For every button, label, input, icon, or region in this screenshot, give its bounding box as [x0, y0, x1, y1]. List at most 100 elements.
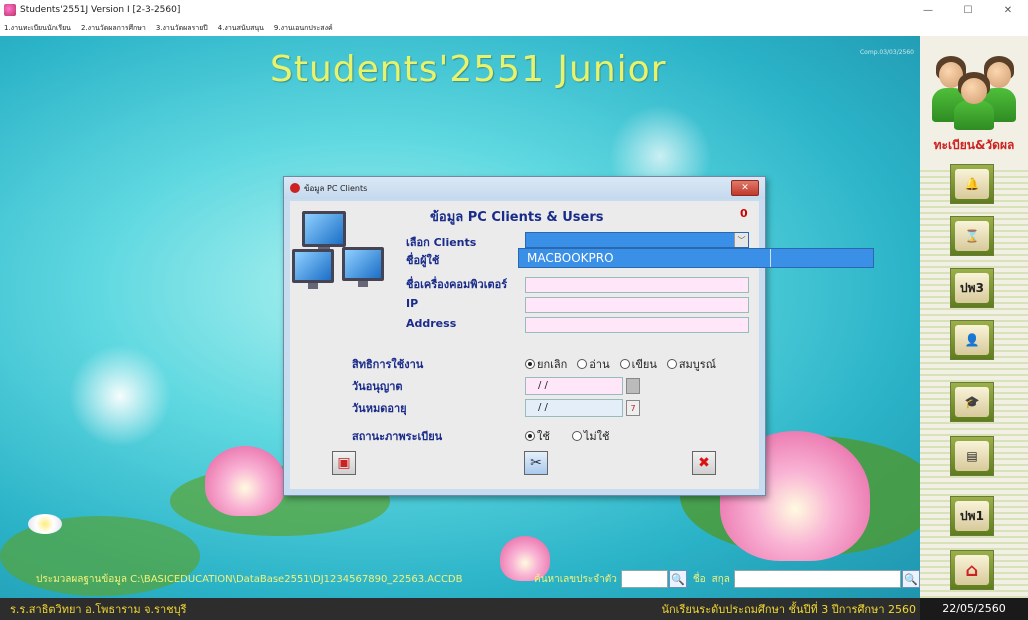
- close-button[interactable]: ✕: [988, 0, 1028, 20]
- allow-date-field[interactable]: / /: [525, 377, 623, 395]
- dialog-app-icon: [290, 183, 300, 193]
- sidebar-button-record[interactable]: ▤: [950, 436, 994, 476]
- radio-dot: [666, 359, 677, 369]
- dialog-close-button[interactable]: ✕: [731, 180, 759, 196]
- clients-dropdown-list: MACBOOKPRO: [518, 248, 874, 268]
- home-icon: ⌂: [955, 555, 989, 585]
- dialog-body: ข้อมูล PC Clients & Users 0 เลือก Client…: [290, 201, 759, 489]
- school-name: ร.ร.สาธิตวิทยา อ.โพธาราม จ.ราชบุรี: [10, 603, 187, 616]
- rights-radio-cancel[interactable]: ยกเลิก: [525, 355, 567, 373]
- computers-icon: [292, 209, 388, 309]
- dialog-heading: ข้อมูล PC Clients & Users: [430, 210, 604, 225]
- ip-label: IP: [406, 297, 419, 310]
- sidebar-button-pw1[interactable]: ปพ1: [950, 496, 994, 536]
- save-button[interactable]: ▣: [332, 451, 356, 475]
- name-label: ชื่อ: [692, 573, 706, 585]
- username-label: ชื่อผู้ใช้: [406, 254, 440, 267]
- search-icon[interactable]: 🔍: [669, 570, 687, 588]
- record-icon: ▤: [955, 441, 989, 471]
- calendar-icon[interactable]: 7: [626, 400, 640, 416]
- app-icon: [4, 4, 16, 16]
- window-title: Students'2551J Version I [2-3-2560]: [20, 5, 181, 15]
- sidebar-button-graduate[interactable]: 🎓: [950, 382, 994, 422]
- expire-date-field[interactable]: / /: [525, 399, 623, 417]
- ip-field[interactable]: [525, 297, 749, 313]
- student-icon: 👤: [955, 325, 989, 355]
- cut-button[interactable]: ✂: [524, 451, 548, 475]
- sidebar-button-student[interactable]: 👤: [950, 320, 994, 360]
- search-id-label: ค้นหาเลขประจำตัว: [534, 573, 617, 585]
- save-icon: ▣: [337, 455, 351, 471]
- chevron-down-icon[interactable]: ﹀: [734, 233, 748, 247]
- rights-radio-group: ยกเลิก อ่าน เขียน สมบูรณ์: [525, 355, 716, 373]
- hourglass-icon: ⌛: [955, 221, 989, 251]
- status-option-label: ไม่ใช้: [583, 430, 610, 443]
- radio-dot: [525, 359, 535, 369]
- address-label: Address: [406, 317, 457, 330]
- status-date: 22/05/2560: [920, 598, 1028, 620]
- status-bar: ร.ร.สาธิตวิทยา อ.โพธาราม จ.ราชบุรี นักเร…: [0, 598, 1028, 620]
- sidebar-button-hourglass[interactable]: ⌛: [950, 216, 994, 256]
- white-flower: [28, 514, 62, 534]
- surname-label: สกุล: [711, 573, 730, 585]
- status-radio-use[interactable]: ใช้: [525, 427, 550, 445]
- compile-date: Comp.03/03/2560: [859, 49, 914, 56]
- rights-option-label: เขียน: [631, 358, 657, 371]
- name-search-input[interactable]: [733, 570, 902, 588]
- pw3-icon: ปพ3: [955, 273, 989, 303]
- rights-radio-read[interactable]: อ่าน: [577, 355, 610, 373]
- menu-item-yearly-assessment[interactable]: 3.งานวัดผลรายปี: [156, 23, 208, 34]
- status-radio-unused[interactable]: ไม่ใช้: [571, 427, 610, 445]
- rights-option-label: สมบูรณ์: [678, 358, 716, 371]
- select-clients-combo[interactable]: ﹀: [525, 232, 749, 248]
- dialog-title: ข้อมูล PC Clients: [304, 183, 368, 193]
- rights-option-label: ยกเลิก: [537, 358, 568, 371]
- radio-dot: [619, 359, 630, 369]
- minimize-button[interactable]: —: [908, 0, 948, 20]
- title-bar: Students'2551J Version I [2-3-2560] — ☐ …: [0, 0, 1028, 20]
- sidebar-button-pw3[interactable]: ปพ3: [950, 268, 994, 308]
- rights-radio-full[interactable]: สมบูรณ์: [666, 355, 716, 373]
- menu-item-student-registry[interactable]: 1.งานทะเบียนนักเรียน: [4, 23, 71, 34]
- maximize-button[interactable]: ☐: [948, 0, 988, 20]
- right-sidebar: ทะเบียน&วัดผล 🔔 ⌛ ปพ3 👤 🎓 ▤ ปพ1 ⌂: [920, 36, 1028, 598]
- background-glow: [60, 336, 180, 456]
- search-id-input[interactable]: [620, 570, 669, 588]
- sidebar-button-bell[interactable]: 🔔: [950, 164, 994, 204]
- rights-radio-write[interactable]: เขียน: [619, 355, 657, 373]
- status-option-label: ใช้: [537, 430, 550, 443]
- reg-status-label: สถานะภาพระเบียน: [352, 430, 443, 443]
- radio-dot: [525, 431, 535, 441]
- radio-dot: [571, 431, 582, 441]
- pc-clients-dialog: ข้อมูล PC Clients ✕ ข้อมูล PC Clients & …: [283, 176, 766, 496]
- rights-option-label: อ่าน: [589, 358, 610, 371]
- computer-name-field[interactable]: [525, 277, 749, 293]
- menu-bar: 1.งานทะเบียนนักเรียน 2.งานวัดผลการศึกษา …: [0, 20, 1028, 36]
- menu-item-assessment[interactable]: 2.งานวัดผลการศึกษา: [81, 23, 146, 34]
- allow-date-label: วันอนุญาต: [352, 380, 403, 393]
- sidebar-button-home[interactable]: ⌂: [950, 550, 994, 590]
- allow-date-button[interactable]: [626, 378, 640, 394]
- bottom-search-row: ประมวลผลฐานข้อมูล C:\BASICEDUCATION\Data…: [0, 568, 920, 590]
- graduate-icon: 🎓: [955, 387, 989, 417]
- students-icon: [930, 50, 1018, 130]
- rights-label: สิทธิการใช้งาน: [352, 358, 424, 371]
- computer-name-label: ชื่อเครื่องคอมพิวเตอร์: [406, 278, 508, 291]
- select-clients-label: เลือก Clients: [406, 236, 477, 249]
- menu-item-support[interactable]: 4.งานสนับสนุน: [218, 23, 264, 34]
- close-icon: ✖: [698, 455, 710, 471]
- registry-label: ทะเบียน&วัดผล: [933, 138, 1015, 152]
- scissors-icon: ✂: [530, 455, 542, 471]
- pw1-icon: ปพ1: [955, 501, 989, 531]
- search-icon[interactable]: 🔍: [902, 570, 920, 588]
- dialog-title-bar: ข้อมูล PC Clients ✕: [284, 177, 765, 199]
- address-field[interactable]: [525, 317, 749, 333]
- expire-date-label: วันหมดอายุ: [352, 402, 407, 415]
- record-count: 0: [740, 207, 748, 220]
- level-info: นักเรียนระดับประถมศึกษา ชั้นปีที่ 3 ปีกา…: [661, 603, 916, 616]
- database-path: ประมวลผลฐานข้อมูล C:\BASICEDUCATION\Data…: [36, 573, 463, 585]
- lotus-flower: [205, 446, 285, 516]
- cancel-button[interactable]: ✖: [692, 451, 716, 475]
- menu-item-misc[interactable]: 9.งานเอนกประสงค์: [274, 23, 333, 34]
- dropdown-option-macbookpro[interactable]: MACBOOKPRO: [519, 249, 771, 267]
